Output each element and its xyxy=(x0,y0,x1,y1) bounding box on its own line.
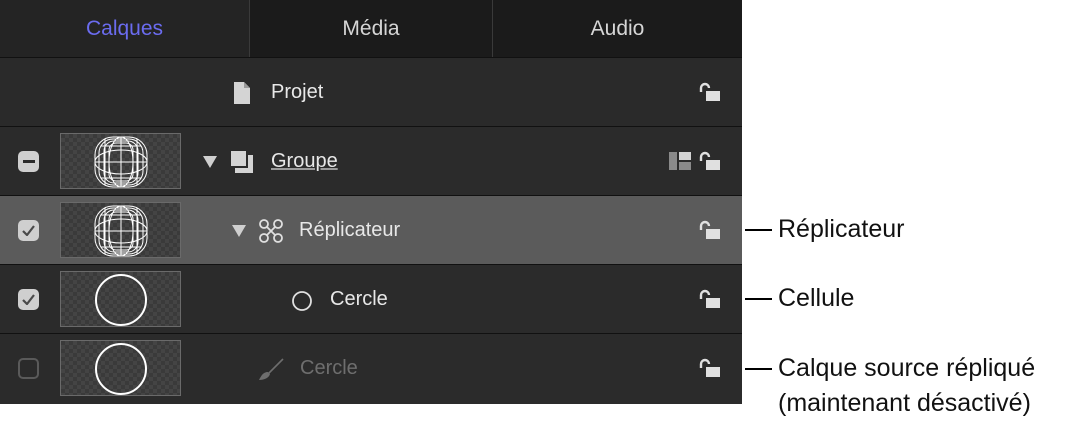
group-icon xyxy=(231,151,253,173)
circle-icon xyxy=(292,291,312,311)
layer-thumbnail xyxy=(60,133,181,189)
layer-name: Projet xyxy=(271,81,324,103)
unlock-icon[interactable] xyxy=(698,289,722,309)
callout-line xyxy=(745,229,772,231)
unlock-icon[interactable] xyxy=(698,82,722,102)
checkmark-icon xyxy=(22,225,35,236)
replicator-pattern-thumbnail xyxy=(94,136,148,188)
tab-calques[interactable]: Calques xyxy=(0,0,250,57)
layer-thumbnail xyxy=(60,202,181,258)
document-icon xyxy=(234,82,250,104)
layer-row-cercle-source[interactable]: Cercle xyxy=(0,333,742,404)
tab-audio[interactable]: Audio xyxy=(493,0,742,57)
disclosure-triangle-icon[interactable] xyxy=(232,225,246,237)
callout-cell: Cellule xyxy=(778,284,855,312)
tab-bar: Calques Média Audio xyxy=(0,0,742,57)
layer-row-replicateur[interactable]: Réplicateur xyxy=(0,195,742,264)
callout-source-line1: Calque source répliqué xyxy=(778,354,1036,382)
circle-thumbnail xyxy=(95,274,147,326)
brush-icon xyxy=(259,358,284,380)
callout-source-line2: (maintenant désactivé) xyxy=(778,389,1031,417)
callout-line xyxy=(745,368,772,370)
group-state-icon xyxy=(669,152,691,170)
replicator-icon xyxy=(259,219,283,243)
layer-visibility-checkbox[interactable] xyxy=(18,151,39,172)
mixed-state-icon xyxy=(22,159,35,163)
unlock-icon[interactable] xyxy=(698,151,722,171)
layer-row-projet[interactable]: Projet xyxy=(0,57,742,126)
unlock-icon[interactable] xyxy=(698,220,722,240)
layer-name: Cercle xyxy=(330,288,388,310)
layer-name: Cercle xyxy=(300,357,358,379)
layers-panel: Calques Média Audio Projet Groupe Réplic… xyxy=(0,0,742,404)
layer-thumbnail xyxy=(60,271,181,327)
layer-visibility-checkbox[interactable] xyxy=(18,358,39,379)
disclosure-triangle-icon[interactable] xyxy=(203,156,217,168)
layer-thumbnail xyxy=(60,340,181,396)
circle-thumbnail xyxy=(95,343,147,395)
layer-visibility-checkbox[interactable] xyxy=(18,289,39,310)
replicator-pattern-thumbnail xyxy=(94,205,148,257)
callout-replicator: Réplicateur xyxy=(778,215,905,243)
layer-row-cercle-cell[interactable]: Cercle xyxy=(0,264,742,333)
callout-line xyxy=(745,298,772,300)
layer-name: Groupe xyxy=(271,150,338,172)
layer-name: Réplicateur xyxy=(299,219,401,241)
tab-media[interactable]: Média xyxy=(250,0,493,57)
layer-row-groupe[interactable]: Groupe xyxy=(0,126,742,195)
layer-visibility-checkbox[interactable] xyxy=(18,220,39,241)
checkmark-icon xyxy=(22,294,35,305)
unlock-icon[interactable] xyxy=(698,358,722,378)
